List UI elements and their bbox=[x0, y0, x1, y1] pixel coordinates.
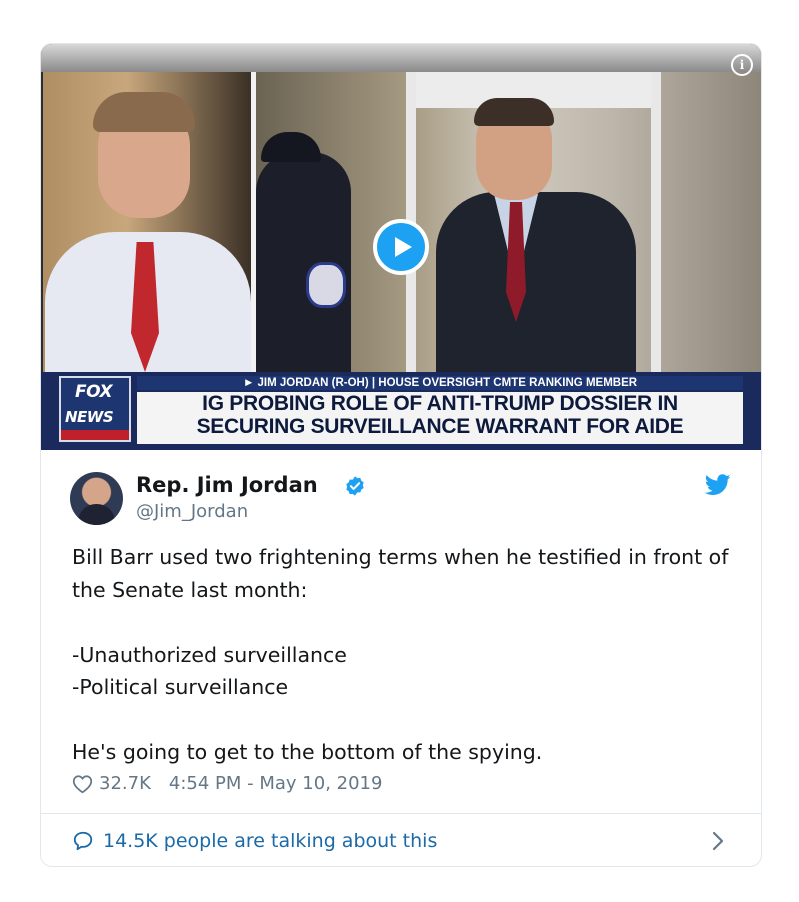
avatar-suit bbox=[78, 504, 115, 525]
chyron-top-line: ► JIM JORDAN (R-OH) | HOUSE OVERSIGHT CM… bbox=[137, 376, 743, 390]
like-count[interactable]: 32.7K bbox=[99, 772, 151, 796]
embedded-tweet-card: i FOX NEWS ► JIM JORDAN (R-OH) | HOUSE O… bbox=[40, 43, 762, 867]
footer-divider bbox=[41, 813, 761, 814]
author-name[interactable]: Rep. Jim Jordan bbox=[136, 472, 318, 498]
thumbnail-officer-patch bbox=[306, 262, 346, 308]
thumbnail-officer bbox=[256, 152, 351, 372]
video-thumbnail[interactable]: i FOX NEWS ► JIM JORDAN (R-OH) | HOUSE O… bbox=[41, 44, 761, 450]
chevron-right-icon[interactable] bbox=[711, 830, 725, 852]
heart-icon[interactable] bbox=[72, 774, 93, 794]
tweet-timestamp[interactable]: 4:54 PM - May 10, 2019 bbox=[169, 772, 383, 796]
thumbnail-ceiling bbox=[41, 44, 761, 72]
play-button[interactable] bbox=[373, 219, 429, 275]
chyron-headline-line-1: IG PROBING ROLE OF ANTI-TRUMP DOSSIER IN bbox=[202, 392, 678, 415]
chyron-headline: IG PROBING ROLE OF ANTI-TRUMP DOSSIER IN… bbox=[137, 392, 743, 444]
thumbnail-left-hair bbox=[93, 92, 195, 132]
thumbnail-right-panel bbox=[256, 72, 761, 372]
logo-fox-text: FOX bbox=[75, 382, 113, 402]
verified-badge-icon bbox=[346, 476, 364, 496]
speech-bubble-icon bbox=[73, 831, 93, 851]
tweet-meta: 32.7K 4:54 PM - May 10, 2019 bbox=[72, 772, 382, 796]
author-handle[interactable]: @Jim_Jordan bbox=[136, 500, 248, 524]
thumbnail-right-hair bbox=[474, 98, 554, 126]
avatar[interactable] bbox=[70, 472, 123, 525]
logo-news-text: NEWS bbox=[65, 408, 114, 426]
thumbnail-right-suit bbox=[436, 192, 636, 372]
play-icon bbox=[395, 237, 412, 257]
logo-red-bar bbox=[61, 430, 129, 440]
twitter-bird-icon[interactable] bbox=[705, 474, 731, 496]
thumbnail-left-panel bbox=[43, 72, 251, 372]
fox-news-logo: FOX NEWS bbox=[59, 376, 131, 442]
people-talking-link[interactable]: 14.5K people are talking about this bbox=[72, 828, 437, 854]
tweet-text: Bill Barr used two frightening terms whe… bbox=[72, 545, 729, 764]
news-chyron: FOX NEWS ► JIM JORDAN (R-OH) | HOUSE OVE… bbox=[41, 372, 761, 450]
chyron-headline-line-2: SECURING SURVEILLANCE WARRANT FOR AIDE bbox=[196, 415, 684, 438]
info-icon[interactable]: i bbox=[731, 54, 753, 76]
people-talking-text: 14.5K people are talking about this bbox=[103, 830, 438, 852]
thumbnail-officer-cap bbox=[261, 132, 321, 162]
